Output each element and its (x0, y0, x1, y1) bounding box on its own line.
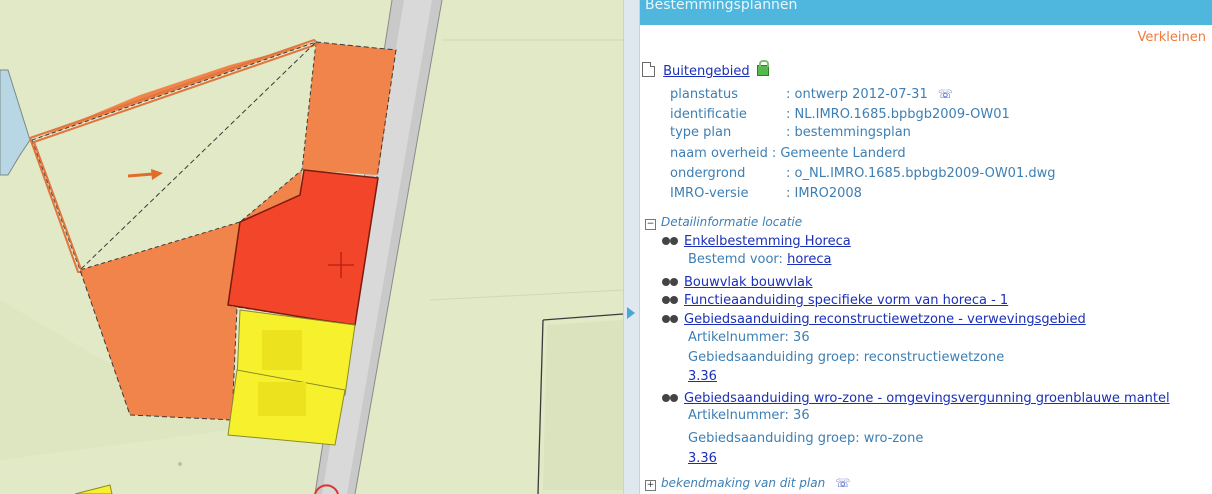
field-label: type plan (670, 125, 732, 140)
detail-group: Gebiedsaanduiding groep: wro-zone (688, 431, 923, 446)
field-value: : ontwerp 2012-07-31 (786, 87, 928, 102)
binoculars-icon[interactable] (660, 277, 680, 287)
detail-item-link[interactable]: Bouwvlak bouwvlak (684, 275, 813, 290)
binoculars-icon[interactable] (660, 314, 680, 324)
crosshair-icon (328, 252, 354, 278)
article-number: Artikelnummer: 36 (688, 330, 810, 345)
field-naam-overheid: naam overheid: Gemeente Landerd (670, 146, 906, 161)
group-label: Gebiedsaanduiding groep: wro-zone (688, 431, 924, 446)
field-label: naam overheid (670, 146, 768, 161)
detail-item: Enkelbestemming Horeca (660, 234, 851, 249)
lock-icon (756, 60, 769, 76)
field-value: : o_NL.IMRO.1685.bpbgb2009-OW01.dwg (786, 166, 1056, 181)
field-ondergrond: ondergrond : o_NL.IMRO.1685.bpbgb2009-OW0… (670, 166, 1056, 181)
document-icon (642, 62, 655, 77)
panel-title: Bestemmingsplannen (645, 0, 798, 13)
detail-item: Bouwvlak bouwvlak (660, 275, 813, 290)
info-panel: Bestemmingsplannen Verkleinen Buitengebi… (640, 0, 1212, 494)
detail-item-link[interactable]: Gebiedsaanduiding wro-zone - omgevingsve… (684, 391, 1170, 406)
detail-item-link[interactable]: Functieaanduiding specifieke vorm van ho… (684, 293, 1008, 308)
bekendmaking-section-header[interactable]: + bekendmaking van dit plan ☏ (645, 476, 850, 491)
panel-splitter[interactable] (623, 0, 640, 494)
field-value: : NL.IMRO.1685.bpbgb2009-OW01 (786, 107, 1010, 122)
panel-header: Bestemmingsplannen (640, 0, 1212, 25)
detail-section-label: Detailinformatie locatie (661, 215, 803, 229)
binoculars-icon[interactable] (660, 393, 680, 403)
info-icon[interactable]: ☏ (835, 476, 850, 490)
group-label: Gebiedsaanduiding groep: reconstructiewe… (688, 350, 1005, 365)
binoculars-icon[interactable] (660, 236, 680, 246)
detail-section-header[interactable]: − Detailinformatie locatie (645, 215, 802, 230)
detail-item: Gebiedsaanduiding wro-zone - omgevingsve… (660, 391, 1170, 406)
plan-title-row: Buitengebied (642, 60, 769, 79)
bekendmaking-label: bekendmaking van dit plan (661, 476, 826, 490)
field-planstatus: planstatus : ontwerp 2012-07-31 ☏ (670, 87, 953, 102)
detail-ref: 3.36 (688, 369, 717, 384)
field-label: ondergrond (670, 166, 746, 181)
info-icon[interactable]: ☏ (938, 87, 953, 101)
detail-item: Gebiedsaanduiding reconstructiewetzone -… (660, 312, 1086, 327)
field-label: identificatie (670, 107, 747, 122)
bestemd-voor-label: Bestemd voor: (688, 252, 783, 267)
field-label: IMRO-versie (670, 186, 749, 201)
arrow-icon (127, 169, 163, 180)
field-type-plan: type plan : bestemmingsplan (670, 125, 911, 140)
map-view[interactable] (0, 0, 623, 494)
article-number: Artikelnummer: 36 (688, 408, 810, 423)
shrink-link[interactable]: Verkleinen (1138, 30, 1206, 45)
detail-item: Functieaanduiding specifieke vorm van ho… (660, 293, 1008, 308)
field-imro-versie: IMRO-versie : IMRO2008 (670, 186, 862, 201)
field-value: : Gemeente Landerd (771, 146, 906, 161)
plan-name-link[interactable]: Buitengebied (663, 64, 749, 79)
article-ref-link[interactable]: 3.36 (688, 369, 717, 384)
article-ref-link[interactable]: 3.36 (688, 451, 717, 466)
detail-ref: 3.36 (688, 451, 717, 466)
field-value: : bestemmingsplan (786, 125, 911, 140)
collapse-icon[interactable]: − (645, 219, 656, 230)
detail-article: Artikelnummer: 36 (688, 330, 810, 345)
detail-item-link[interactable]: Gebiedsaanduiding reconstructiewetzone -… (684, 312, 1086, 327)
bestemd-voor-link[interactable]: horeca (787, 252, 831, 267)
detail-item-sub: Bestemd voor: horeca (688, 252, 831, 267)
field-label: planstatus (670, 87, 739, 102)
expand-icon[interactable]: + (645, 480, 656, 491)
detail-group: Gebiedsaanduiding groep: reconstructiewe… (688, 350, 1004, 365)
field-identificatie: identificatie : NL.IMRO.1685.bpbgb2009-OW… (670, 107, 1010, 122)
expand-arrow-icon[interactable] (627, 307, 635, 319)
detail-article: Artikelnummer: 36 (688, 408, 810, 423)
field-value: : IMRO2008 (786, 186, 862, 201)
detail-item-link[interactable]: Enkelbestemming Horeca (684, 234, 851, 249)
binoculars-icon[interactable] (660, 295, 680, 305)
